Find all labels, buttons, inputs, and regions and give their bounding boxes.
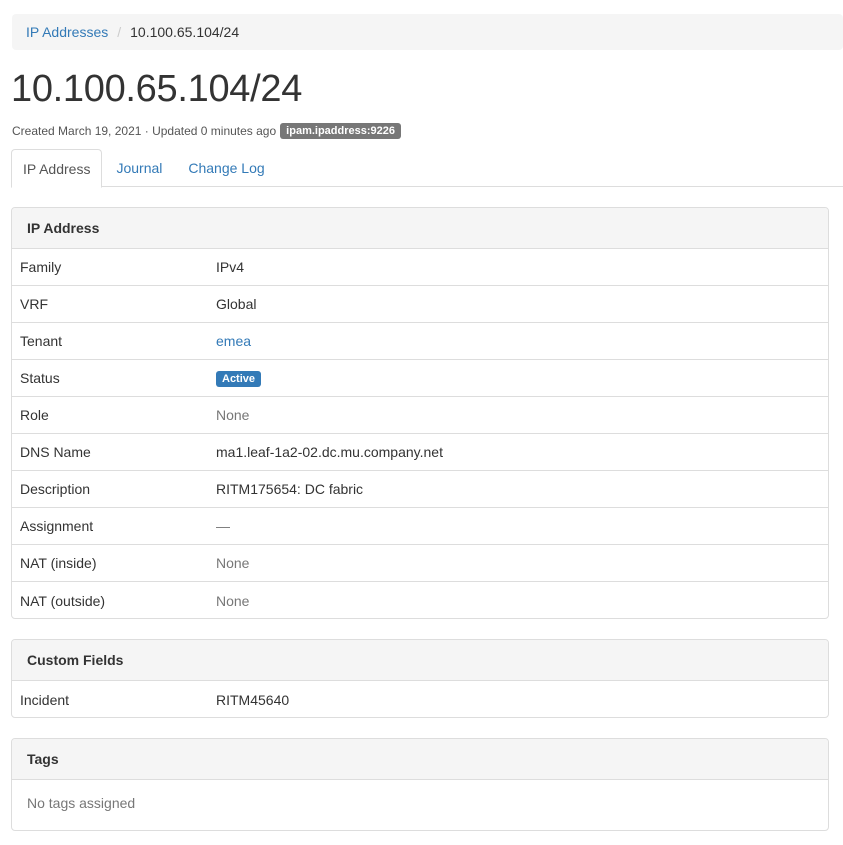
table-row-description: Description RITM175654: DC fabric [12, 471, 828, 508]
row-label: Assignment [20, 518, 94, 534]
table-row-nat-outside: NAT (outside) None [12, 582, 828, 618]
row-label: NAT (outside) [20, 592, 106, 609]
row-label: Incident [20, 691, 70, 708]
row-label: Family [20, 259, 62, 275]
family-value: IPv4 [216, 259, 245, 275]
object-meta: Created March 19, 2021 · Updated 0 minut… [12, 122, 402, 139]
row-label: DNS Name [20, 444, 91, 460]
vrf-value: Global [216, 296, 257, 312]
row-label: VRF [20, 296, 48, 312]
row-label: Role [20, 407, 49, 423]
tab-change-log[interactable]: Change Log [176, 149, 276, 187]
row-label: NAT (inside) [20, 555, 97, 571]
breadcrumb-current: 10.100.65.104/24 [130, 24, 240, 40]
status-badge: Active [216, 371, 262, 387]
nat-outside-value: None [216, 592, 250, 609]
created-updated-text: Created March 19, 2021 · Updated 0 minut… [12, 123, 277, 138]
table-row-vrf: VRF Global [12, 286, 828, 323]
assignment-value: — [216, 518, 230, 534]
table-row-incident: Incident RITM45640 [12, 681, 828, 717]
page-title: 10.100.65.104/24 [11, 68, 303, 110]
description-value: RITM175654: DC fabric [216, 481, 364, 497]
tags-panel: Tags No tags assigned [11, 738, 829, 831]
row-label: Status [20, 370, 60, 386]
table-row-role: Role None [12, 397, 828, 434]
object-id-badge: ipam.ipaddress:9226 [280, 122, 402, 139]
panel-heading-custom-fields: Custom Fields [12, 640, 828, 681]
panel-heading-tags: Tags [12, 739, 828, 780]
tab-journal[interactable]: Journal [104, 149, 174, 187]
tags-empty-text: No tags assigned [27, 795, 136, 811]
custom-fields-panel: Custom Fields Incident RITM45640 [11, 639, 829, 718]
table-row-family: Family IPv4 [12, 249, 828, 286]
breadcrumb: IP Addresses / 10.100.65.104/24 [12, 14, 843, 50]
table-row-tenant: Tenant emea [12, 323, 828, 360]
breadcrumb-separator: / [117, 24, 122, 40]
incident-value: RITM45640 [216, 691, 290, 708]
breadcrumb-link-ip-addresses[interactable]: IP Addresses [26, 24, 108, 40]
tab-ip-address[interactable]: IP Address [11, 149, 103, 188]
table-row-dns-name: DNS Name ma1.leaf-1a2-02.dc.mu.company.n… [12, 434, 828, 471]
table-row-assignment: Assignment — [12, 508, 828, 545]
tab-bar: IP Address Journal Change Log [11, 149, 843, 188]
row-label: Tenant [20, 333, 63, 349]
role-value: None [216, 407, 250, 423]
ip-address-panel: IP Address Family IPv4 VRF Global Tenant… [11, 207, 829, 619]
panel-heading-ip-address: IP Address [12, 208, 828, 249]
table-row-status: Status Active [12, 360, 828, 397]
dns-name-value: ma1.leaf-1a2-02.dc.mu.company.net [216, 444, 443, 460]
table-row-nat-inside: NAT (inside) None [12, 545, 828, 582]
nat-inside-value: None [216, 555, 250, 571]
tenant-link[interactable]: emea [216, 333, 251, 349]
row-label: Description [20, 481, 91, 497]
